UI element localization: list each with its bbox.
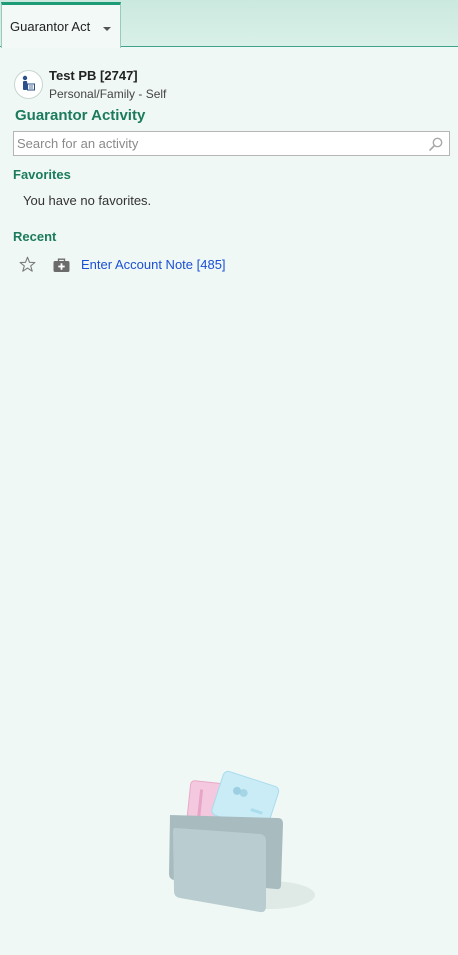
- wallet-cards-illustration: [169, 770, 315, 913]
- patient-name: Test PB [2747]: [49, 68, 138, 83]
- tab-bar: Guarantor Act: [0, 0, 458, 48]
- favorites-empty-text: You have no favorites.: [23, 193, 152, 208]
- search-box: [13, 131, 450, 156]
- search-icon[interactable]: [428, 136, 444, 152]
- favorites-heading: Favorites: [13, 167, 71, 182]
- medical-bag-icon: [53, 258, 70, 272]
- recent-item-link[interactable]: Enter Account Note [485]: [81, 257, 226, 272]
- chevron-down-icon[interactable]: [103, 27, 111, 31]
- search-input[interactable]: [17, 134, 422, 153]
- tab-label: Guarantor Act: [10, 19, 91, 34]
- page-title: Guarantor Activity: [15, 107, 146, 124]
- recent-heading: Recent: [13, 229, 57, 244]
- patient-relationship: Personal/Family - Self: [49, 87, 167, 101]
- tab-guarantor-activity[interactable]: Guarantor Act: [1, 2, 121, 48]
- star-icon[interactable]: [19, 256, 36, 273]
- guarantor-person-icon: [14, 70, 43, 99]
